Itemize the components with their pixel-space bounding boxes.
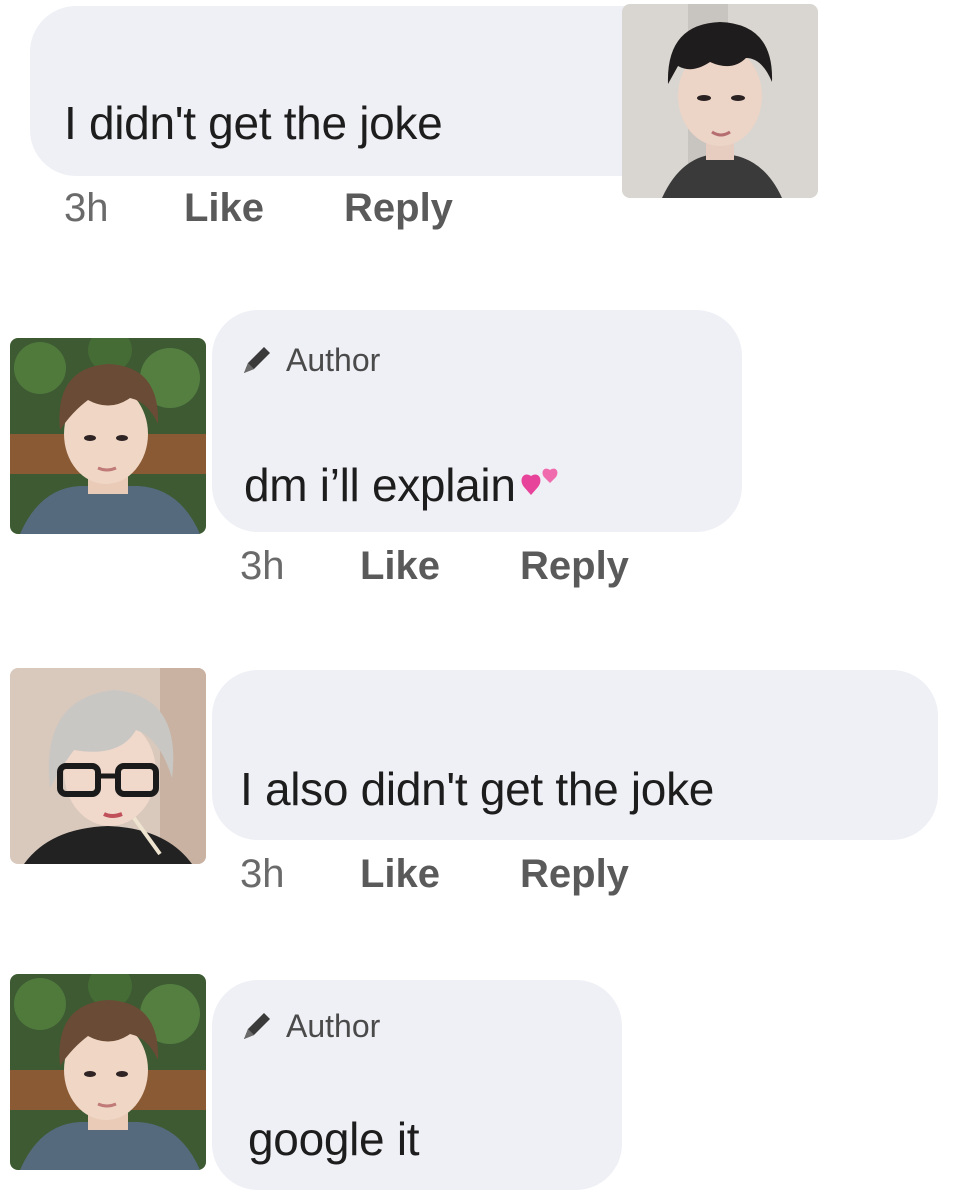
avatar[interactable]	[10, 338, 206, 534]
timestamp: 3h	[64, 186, 109, 230]
comment-text: google it	[248, 1113, 420, 1165]
author-badge-label: Author	[286, 342, 381, 378]
timestamp: 3h	[240, 544, 285, 588]
comment-text: dm i’ll explain	[244, 458, 564, 512]
avatar[interactable]	[10, 974, 206, 1170]
like-button[interactable]: Like	[360, 544, 520, 589]
pencil-icon	[244, 1012, 270, 1039]
comment-actions: 3h Like Reply	[240, 544, 629, 589]
like-button[interactable]: Like	[360, 852, 520, 897]
comment-bubble	[30, 6, 670, 176]
comment-text: I didn't get the joke	[64, 97, 443, 149]
comment-actions: 3h Like Reply	[240, 852, 629, 897]
pencil-icon	[244, 346, 270, 373]
author-badge: Author	[238, 1008, 380, 1045]
reply-button[interactable]: Reply	[344, 186, 453, 231]
comment-text: I also didn't get the joke	[240, 763, 715, 815]
avatar[interactable]	[10, 668, 206, 864]
reply-button[interactable]: Reply	[520, 544, 629, 589]
author-badge: Author	[238, 342, 380, 379]
comment-actions: 3h Like Reply	[64, 186, 453, 231]
timestamp: 3h	[240, 852, 285, 896]
reply-button[interactable]: Reply	[520, 852, 629, 897]
two-hearts-icon	[521, 468, 558, 495]
author-badge-label: Author	[286, 1008, 381, 1044]
avatar[interactable]	[622, 4, 818, 198]
comment-text-content: dm i’ll explain	[244, 459, 516, 511]
like-button[interactable]: Like	[184, 186, 344, 231]
